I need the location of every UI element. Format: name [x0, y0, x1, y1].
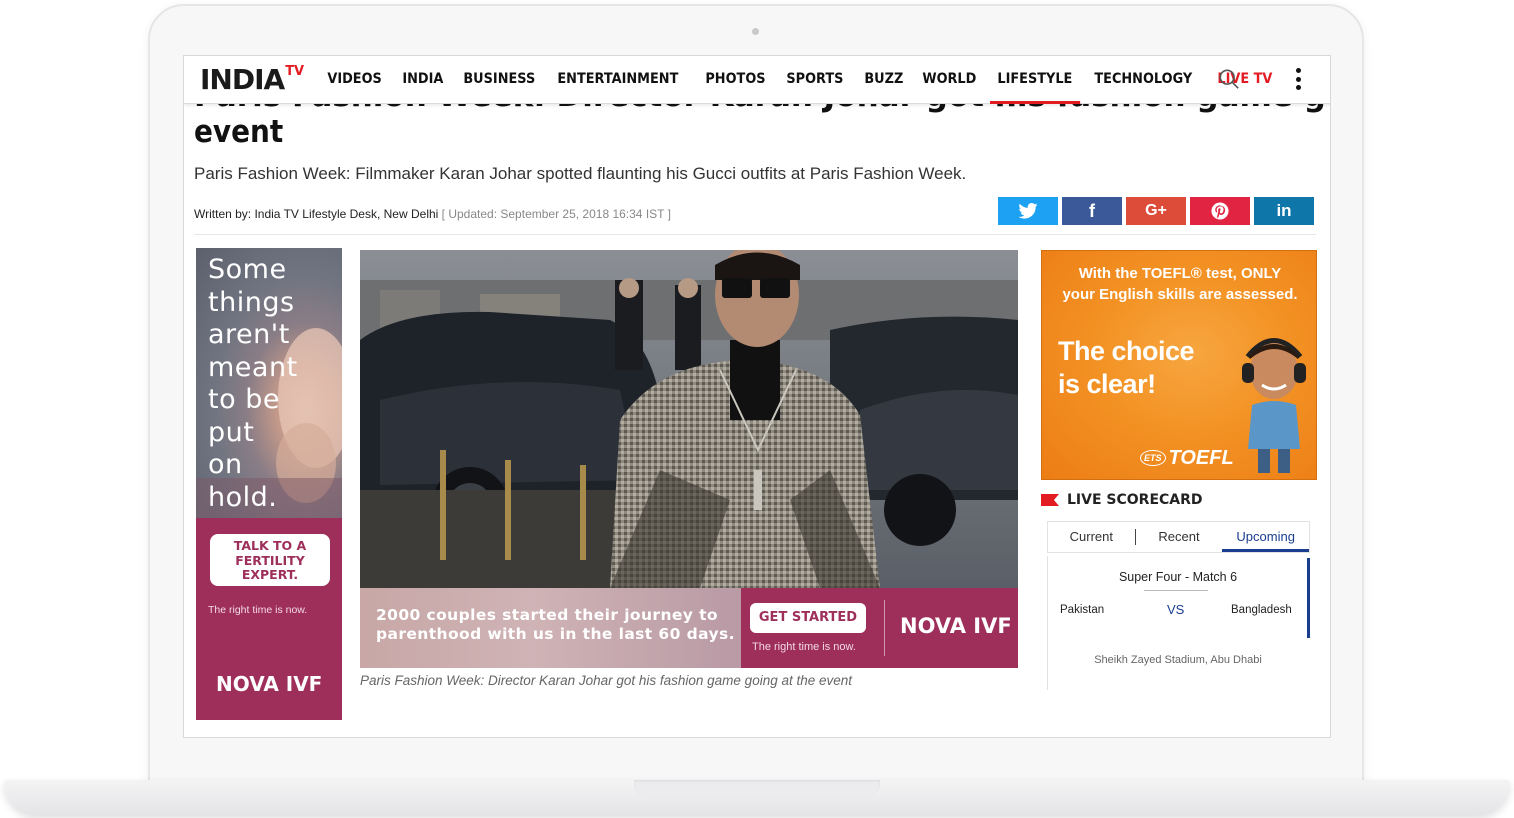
nav-item-photos[interactable]: PHOTOS: [698, 56, 773, 104]
article-byline: Written by: India TV Lifestyle Desk, New…: [194, 207, 671, 221]
nav-item-lifestyle[interactable]: LIFESTYLE: [989, 56, 1080, 104]
byline-author[interactable]: Written by: India TV Lifestyle Desk, New…: [194, 207, 438, 221]
nav-item-sports[interactable]: SPORTS: [779, 56, 851, 104]
byline-updated: [ Updated: September 25, 2018 16:34 IST …: [441, 207, 671, 221]
nav-item-technology[interactable]: TECHNOLOGY: [1087, 56, 1200, 104]
search-icon[interactable]: [1218, 68, 1240, 90]
nav-menu: VIDEOS INDIA BUSINESS ENTERTAINMENT PHOT…: [320, 56, 1286, 104]
webcam-dot: [752, 28, 759, 35]
nav-item-india[interactable]: INDIA: [395, 56, 451, 104]
banner-separator: [884, 600, 885, 656]
toefl-logo: ETS TOEFL: [1140, 447, 1234, 470]
tab-upcoming[interactable]: Upcoming: [1222, 522, 1310, 552]
scorecard-header: LIVE SCORECARD: [1041, 492, 1203, 508]
twitter-share-button[interactable]: [998, 197, 1058, 225]
nova-ivf-logo: NOVA IVF: [900, 614, 1012, 638]
indiatv-logo[interactable]: INDIA TV: [200, 62, 304, 96]
nova-ivf-logo: NOVA IVF: [216, 672, 323, 696]
pinterest-share-button[interactable]: [1190, 197, 1250, 225]
side-ad-tagline: The right time is now.: [208, 604, 308, 616]
team-a: Pakistan: [1060, 604, 1105, 616]
match-divider: [1144, 590, 1208, 591]
match-name: Super Four - Match 6: [1118, 570, 1238, 584]
header-divider: [194, 234, 1316, 235]
student-illustration: [1242, 338, 1306, 473]
get-started-button[interactable]: GET STARTED: [750, 603, 866, 633]
tab-current[interactable]: Current: [1048, 522, 1135, 552]
nav-item-business[interactable]: BUSINESS: [456, 56, 543, 104]
banner-headline: 2000 couples started their journey to pa…: [376, 606, 735, 643]
linkedin-share-button[interactable]: in: [1254, 197, 1314, 225]
laptop-notch: [634, 780, 880, 798]
nav-item-buzz[interactable]: BUZZ: [857, 56, 911, 104]
article-title: event: [194, 114, 284, 150]
hero-photo: [360, 250, 1018, 588]
twitter-icon: [1018, 203, 1038, 219]
browser-screen: Paris Fashion Week: Director Karan Johar…: [183, 55, 1331, 738]
share-bar: f G+ in: [998, 197, 1314, 225]
facebook-share-button[interactable]: f: [1062, 197, 1122, 225]
pinterest-icon: [1211, 202, 1229, 220]
nav-item-entertainment[interactable]: ENTERTAINMENT: [550, 56, 686, 104]
nova-ivf-banner-ad[interactable]: 2000 couples started their journey to pa…: [360, 588, 1018, 668]
vs-label: VS: [1167, 602, 1185, 617]
nova-ivf-side-ad[interactable]: Some things aren't meant to be put on ho…: [196, 248, 342, 720]
match-card[interactable]: Super Four - Match 6 Pakistan VS Banglad…: [1047, 556, 1310, 690]
googleplus-share-button[interactable]: G+: [1126, 197, 1186, 225]
scorecard-tabs: Current Recent Upcoming: [1047, 521, 1310, 553]
match-venue: Sheikh Zayed Stadium, Abu Dhabi: [1094, 654, 1262, 666]
article-hero-image: [360, 250, 1018, 588]
flag-icon: [1041, 494, 1059, 506]
nav-item-videos[interactable]: VIDEOS: [320, 56, 389, 104]
talk-to-expert-button[interactable]: TALK TO A FERTILITY EXPERT.: [210, 534, 330, 586]
side-ad-headline: Some things aren't meant to be put on ho…: [208, 254, 298, 513]
article-summary: Paris Fashion Week: Filmmaker Karan Joha…: [194, 164, 967, 183]
toefl-headline: With the TOEFL® test, ONLY your English …: [1062, 265, 1298, 303]
toefl-choice-text: The choice is clear!: [1058, 336, 1195, 399]
banner-tagline: The right time is now.: [752, 641, 856, 653]
tab-recent[interactable]: Recent: [1136, 522, 1223, 552]
toefl-ad[interactable]: With the TOEFL® test, ONLY your English …: [1041, 250, 1317, 480]
scorecard-title: LIVE SCORECARD: [1067, 492, 1203, 508]
ets-badge: ETS: [1140, 450, 1166, 466]
top-nav: INDIA TV VIDEOS INDIA BUSINESS ENTERTAINM…: [184, 56, 1330, 104]
team-b: Bangladesh: [1231, 604, 1292, 616]
more-menu-icon[interactable]: [1290, 66, 1306, 92]
nav-item-world[interactable]: WORLD: [915, 56, 984, 104]
image-caption: Paris Fashion Week: Director Karan Johar…: [360, 673, 853, 688]
